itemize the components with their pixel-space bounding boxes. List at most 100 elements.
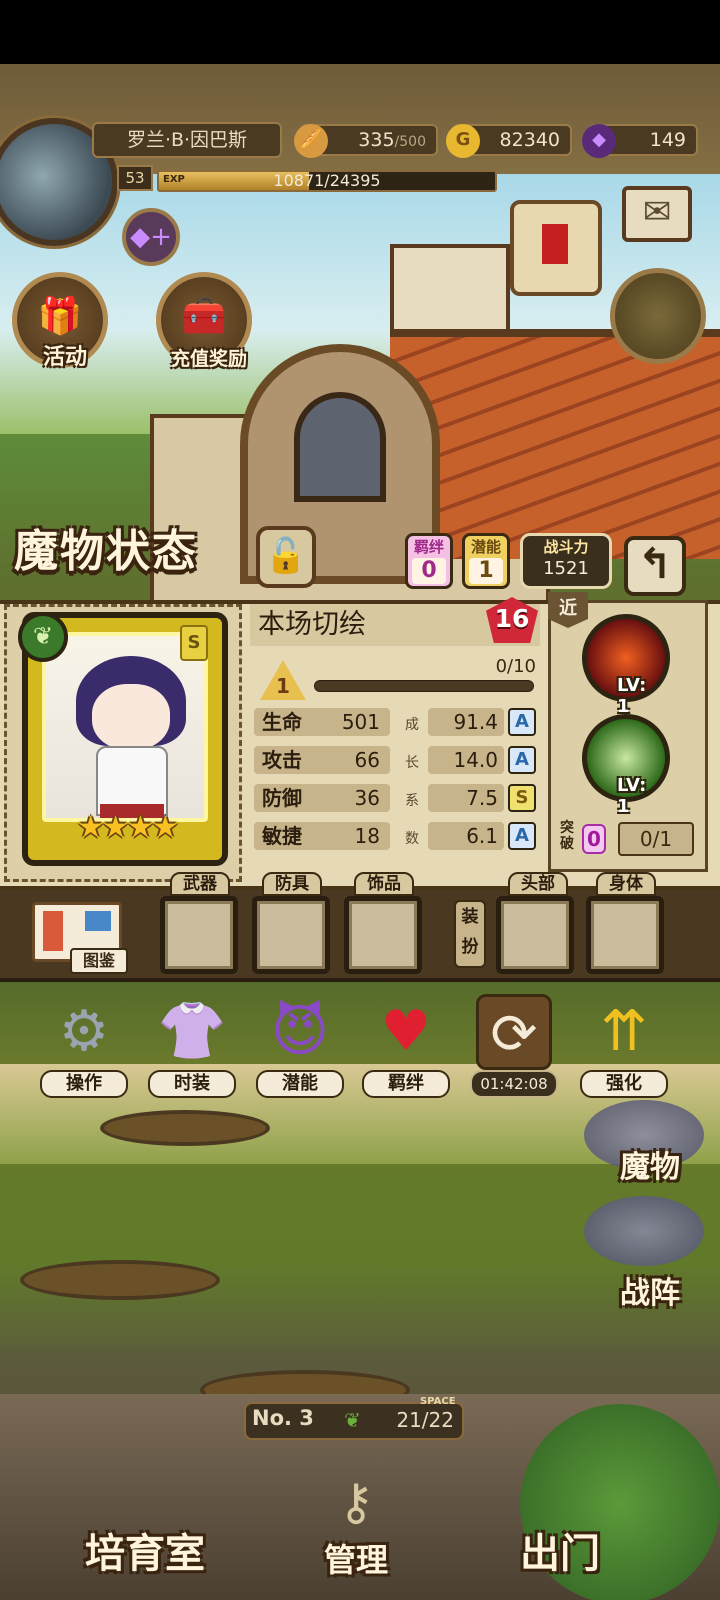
recharge-reward-button[interactable]: 🧰 充值奖励 (156, 272, 252, 370)
codex-button[interactable]: 图鉴 (32, 902, 128, 976)
combat-power: 战斗力 1521 (520, 533, 612, 589)
growth-value: 14.0 (428, 746, 504, 774)
star-rating: ★★★★ (77, 810, 179, 845)
growth-label-char: 系 (405, 793, 419, 809)
page-title: 魔物状态 (14, 526, 198, 577)
awaken-progress-text: 0/10 (495, 656, 536, 677)
armor-slot[interactable] (252, 896, 330, 974)
purple-gem-icon: ◆ (582, 124, 616, 158)
growth-value: 6.1 (428, 822, 504, 850)
stat-value: 501 (341, 710, 380, 734)
recharge-label: 充值奖励 (170, 348, 247, 370)
events-button[interactable]: 🎁 活动 (12, 272, 108, 370)
growth-label-char: 成 (405, 717, 419, 733)
events-label: 活动 (42, 345, 87, 370)
dressup-label: 装扮 (454, 900, 486, 968)
exp-text: 10871/24395 (273, 171, 381, 190)
gold-coin-icon: G (446, 124, 480, 158)
space-tag: SPACE (420, 1396, 456, 1407)
gold-value: 82340 (499, 129, 560, 151)
rank-badge: S (180, 625, 208, 661)
bond-label: 羁绊 (362, 1070, 450, 1098)
manage-button[interactable]: 管理 (296, 1520, 416, 1600)
double-up-arrow-icon: ⇈ (600, 999, 648, 1064)
skill-slash-icon[interactable]: LV: 1 (582, 614, 670, 717)
bond-value: 0 (412, 558, 446, 584)
formation-button[interactable]: 战阵 (590, 1268, 710, 1316)
bond-chip[interactable]: 羁绊 0 (405, 533, 453, 589)
player-level: 53 (117, 165, 153, 191)
potential-caption: 潜能 (470, 538, 501, 556)
gem-counter[interactable]: ◆ 149 (582, 124, 698, 158)
quest-scroll-button[interactable] (510, 200, 602, 296)
growth-grade: A (508, 746, 536, 774)
breakthrough-progress: 0/1 (618, 822, 694, 856)
back-arrow-icon: ↰ (637, 539, 673, 588)
nursery-button[interactable]: 培育室 (50, 1508, 240, 1600)
stat-value: 18 (354, 824, 380, 848)
stat-row-agility: 敏捷 18 6.1 A (254, 822, 536, 854)
potential-button[interactable]: 😈 潜能 (254, 994, 346, 1098)
stat-value: 36 (354, 786, 380, 810)
formation-art (584, 1196, 704, 1266)
weapon-slot[interactable] (160, 896, 238, 974)
treasure-chest-icon: 🧰 (181, 296, 227, 337)
back-button[interactable]: ↰ (624, 536, 686, 596)
stamina-counter[interactable]: 🥖 335/500 (294, 124, 438, 158)
gold-counter[interactable]: G 82340 (446, 124, 572, 158)
armor-label: 防具 (262, 872, 322, 896)
enhance-button[interactable]: ⇈ 强化 (578, 994, 670, 1098)
bond-button[interactable]: ♥ 羁绊 (360, 994, 452, 1098)
room-capacity: 21/22 (396, 1408, 454, 1432)
mail-button[interactable]: ✉ (622, 186, 692, 242)
hearts-icon: ♥ (380, 999, 432, 1064)
monster-list-button[interactable]: 魔物 (590, 1142, 710, 1190)
buy-gems-button[interactable]: ◆+ (122, 208, 180, 266)
enhance-label: 强化 (580, 1070, 668, 1098)
gear-icon: ⚙ (58, 999, 110, 1064)
potential-chip[interactable]: 潜能 1 (462, 533, 510, 589)
dirt-patch (100, 1110, 270, 1146)
power-value: 1521 (543, 558, 589, 579)
head-label: 头部 (508, 872, 568, 896)
accessory-slot[interactable] (344, 896, 422, 974)
awaken-progress-bar (314, 680, 534, 692)
operate-button[interactable]: ⚙ 操作 (38, 994, 130, 1098)
room-number: No. 3 (252, 1406, 314, 1430)
refresh-icon: ⟳ (476, 994, 552, 1070)
fashion-button[interactable]: 👚 时装 (146, 994, 238, 1098)
potential-label: 潜能 (256, 1070, 344, 1098)
growth-grade: A (508, 708, 536, 736)
codex-label: 图鉴 (70, 948, 128, 974)
breakthrough-label: 突破 (560, 820, 574, 852)
stat-row-hp: 生命 501 91.4 A (254, 708, 536, 740)
operate-label: 操作 (40, 1070, 128, 1098)
body-slot[interactable] (586, 896, 664, 974)
lock-button[interactable]: 🔓 (256, 526, 316, 588)
stat-row-attack: 攻击 66 14.0 A (254, 746, 536, 778)
skill-drum-icon[interactable]: LV: 1 (582, 714, 670, 817)
growth-label-char: 长 (405, 755, 419, 771)
envelope-icon: ✉ (642, 192, 672, 232)
growth-value: 91.4 (428, 708, 504, 736)
body-label: 身体 (596, 872, 656, 896)
breakthrough-count: 0 (582, 824, 606, 854)
breakthrough: 突破 0 0/1 (554, 820, 704, 860)
refresh-button[interactable]: ⟳ 01:42:08 (468, 994, 560, 1098)
potential-value: 1 (469, 558, 503, 584)
stat-value: 66 (354, 748, 380, 772)
skill-level: LV: 1 (617, 675, 647, 717)
growth-grade: S (508, 784, 536, 812)
bread-icon: 🥖 (294, 124, 328, 158)
bag-button[interactable] (610, 268, 706, 364)
exp-bar: EXP 10871/24395 (157, 170, 497, 192)
demon-icon: 😈 (270, 999, 330, 1064)
room-info: No. 3 ❦ 21/22 (244, 1402, 464, 1440)
gem-value: 149 (649, 129, 686, 151)
stamina-max: /500 (394, 134, 426, 150)
power-caption: 战斗力 (543, 538, 589, 556)
exit-button[interactable]: 出门 (480, 1508, 640, 1600)
head-slot[interactable] (496, 896, 574, 974)
growth-grade: A (508, 822, 536, 850)
growth-label-char: 数 (405, 831, 419, 847)
